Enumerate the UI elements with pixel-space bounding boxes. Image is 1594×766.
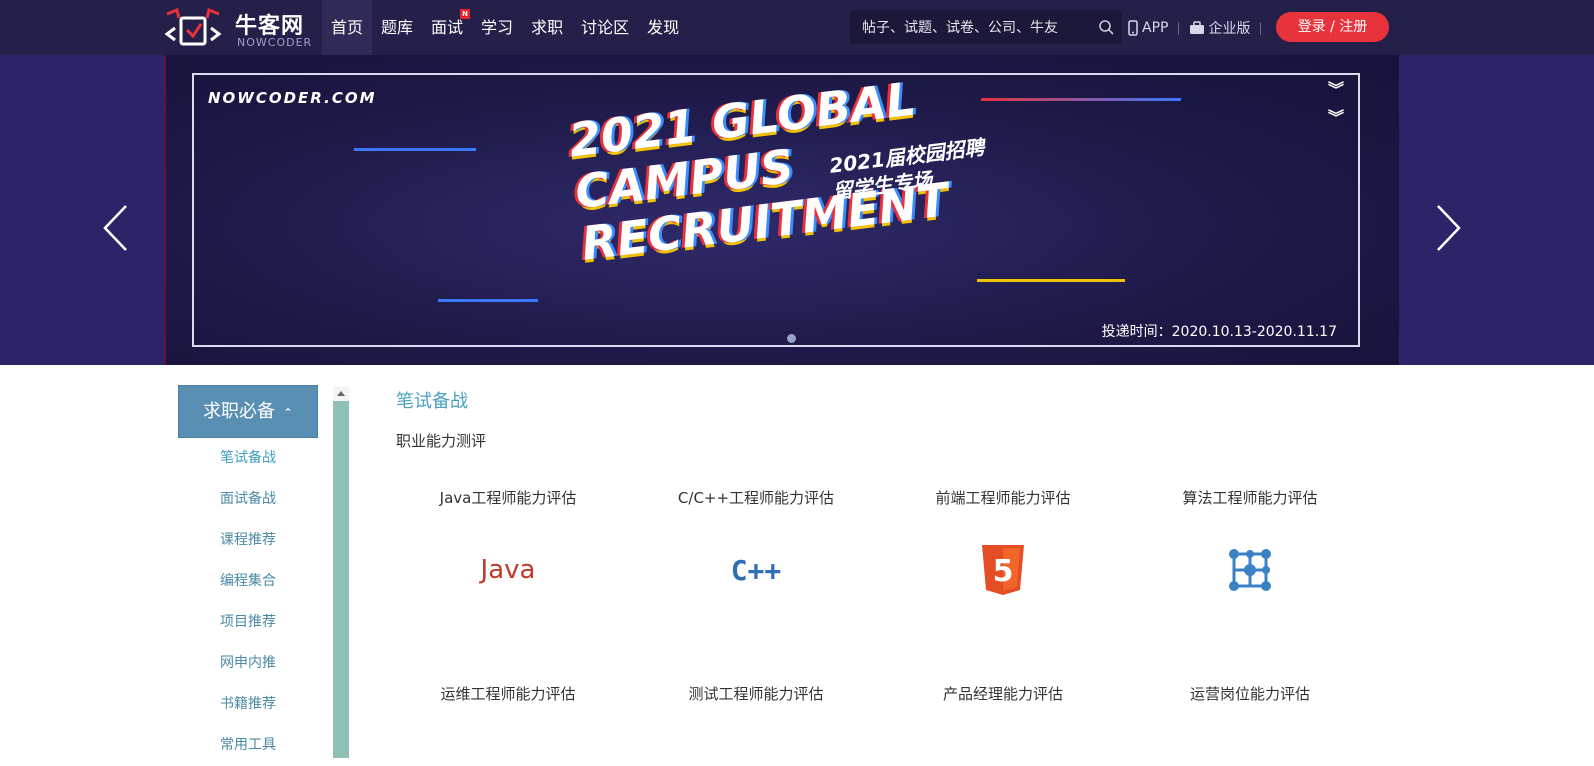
html5-icon: 5 xyxy=(883,542,1123,598)
enterprise-label: 企业版 xyxy=(1208,20,1251,37)
nav-jobs[interactable]: 求职 xyxy=(522,0,572,55)
sidebar: 求职必备 ⌃ 笔试备战 面试备战 课程推荐 编程集合 项目推荐 网申内推 书籍推荐… xyxy=(178,385,318,766)
sidebar-item-written-test[interactable]: 笔试备战 xyxy=(178,438,318,479)
briefcase-icon xyxy=(1189,20,1204,34)
site-logo[interactable]: 牛客网 NOWCODER xyxy=(163,6,323,50)
sidebar-item-projects[interactable]: 项目推荐 xyxy=(178,602,318,643)
banner-date: 投递时间：2020.10.13-2020.11.17 xyxy=(1101,324,1337,340)
nav-discussion[interactable]: 讨论区 xyxy=(572,0,638,55)
card-frontend[interactable]: 前端工程师能力评估 5 xyxy=(883,487,1123,598)
nav-label: 讨论区 xyxy=(581,18,630,37)
nav-discover[interactable]: 发现 xyxy=(638,0,688,55)
card-java[interactable]: Java工程师能力评估 Java xyxy=(388,487,628,598)
nav-learning[interactable]: 学习 xyxy=(472,0,522,55)
card-product-manager[interactable]: 产品经理能力评估 xyxy=(883,683,1123,704)
card-ops[interactable]: 运维工程师能力评估 xyxy=(388,683,628,704)
card-label: 算法工程师能力评估 xyxy=(1182,489,1318,507)
card-algorithm[interactable]: 算法工程师能力评估 xyxy=(1130,487,1370,598)
main-nav: 首页 题库 面试 N 学习 求职 讨论区 发现 xyxy=(322,0,688,55)
decor-line xyxy=(354,148,476,151)
sidebar-heading-label: 求职必备 xyxy=(202,401,275,422)
scroll-up-arrow-icon[interactable] xyxy=(337,391,345,396)
app-link[interactable]: APP xyxy=(1128,20,1168,36)
sidebar-item-programming[interactable]: 编程集合 xyxy=(178,561,318,602)
banner-site-name: NOWCODER.COM xyxy=(208,89,377,107)
enterprise-link[interactable]: 企业版 xyxy=(1189,18,1251,38)
section-title: 笔试备战 xyxy=(396,391,468,412)
nav-label: 学习 xyxy=(481,18,514,37)
card-label: Java工程师能力评估 xyxy=(439,489,577,507)
decor-line xyxy=(438,299,538,302)
card-label: 运维工程师能力评估 xyxy=(440,685,576,703)
chevron-down-icon: ︾ ︾ xyxy=(1328,80,1345,127)
sidebar-item-interview[interactable]: 面试备战 xyxy=(178,479,318,520)
card-cpp[interactable]: C/C++工程师能力评估 C++ xyxy=(636,487,876,598)
nav-question-bank[interactable]: 题库 xyxy=(372,0,422,55)
search-box xyxy=(850,10,1122,46)
top-navigation-bar: 牛客网 NOWCODER 首页 题库 面试N 学习 求职 讨论区 发现 APP … xyxy=(0,0,1594,55)
nav-label: 题库 xyxy=(381,18,414,37)
java-logo-text: Java xyxy=(480,555,536,585)
card-label: 前端工程师能力评估 xyxy=(935,489,1071,507)
card-label: C/C++工程师能力评估 xyxy=(677,489,835,507)
phone-icon xyxy=(1128,19,1138,36)
nowcoder-logo-icon xyxy=(164,8,222,46)
card-label: 产品经理能力评估 xyxy=(942,685,1063,703)
nav-label: 发现 xyxy=(647,18,680,37)
banner-carousel: NOWCODER.COM ︾ ︾ 2021 GLOBAL CAMPUS RECRU… xyxy=(0,55,1594,365)
new-badge: N xyxy=(460,9,471,19)
card-testing[interactable]: 测试工程师能力评估 xyxy=(636,683,876,704)
carousel-next-arrow-icon[interactable] xyxy=(1433,203,1463,253)
cpp-logo-icon: C++ xyxy=(636,542,876,598)
nav-label: 首页 xyxy=(331,18,364,37)
sidebar-item-books[interactable]: 书籍推荐 xyxy=(178,684,318,725)
subsection-title: 职业能力测评 xyxy=(396,432,487,450)
card-operations[interactable]: 运营岗位能力评估 xyxy=(1130,683,1370,704)
logo-subtext: NOWCODER xyxy=(237,36,313,49)
app-label: APP xyxy=(1142,19,1169,36)
search-input[interactable] xyxy=(860,10,1084,46)
nav-home[interactable]: 首页 xyxy=(322,0,373,55)
sidebar-item-referral[interactable]: 网申内推 xyxy=(178,643,318,684)
card-label: 测试工程师能力评估 xyxy=(688,685,824,703)
algorithm-icon xyxy=(1130,542,1370,598)
sidebar-heading[interactable]: 求职必备 ⌃ xyxy=(178,385,318,438)
banner-slide[interactable]: NOWCODER.COM ︾ ︾ 2021 GLOBAL CAMPUS RECRU… xyxy=(164,55,1399,365)
scrollbar[interactable] xyxy=(333,387,349,758)
java-logo-icon: Java xyxy=(388,542,628,598)
decor-line xyxy=(977,279,1125,282)
card-label: 运营岗位能力评估 xyxy=(1189,685,1310,703)
divider: | xyxy=(1258,20,1263,35)
nav-label: 面试 xyxy=(431,18,464,37)
sidebar-item-courses[interactable]: 课程推荐 xyxy=(178,520,318,561)
divider: | xyxy=(1176,20,1181,35)
header-links: APP | 企业版 | xyxy=(1128,0,1271,55)
nav-interview[interactable]: 面试 N xyxy=(422,0,472,55)
sidebar-item-tools[interactable]: 常用工具 xyxy=(178,725,318,766)
nav-label: 求职 xyxy=(531,18,564,37)
search-icon[interactable] xyxy=(1098,19,1114,35)
login-register-button[interactable]: 登录 / 注册 xyxy=(1276,12,1389,42)
chevron-up-icon: ⌃ xyxy=(282,406,294,420)
cpp-logo-text: C++ xyxy=(730,553,782,587)
carousel-prev-arrow-icon[interactable] xyxy=(101,203,131,253)
html5-number: 5 xyxy=(993,554,1014,589)
carousel-indicator-dot[interactable] xyxy=(787,334,796,343)
